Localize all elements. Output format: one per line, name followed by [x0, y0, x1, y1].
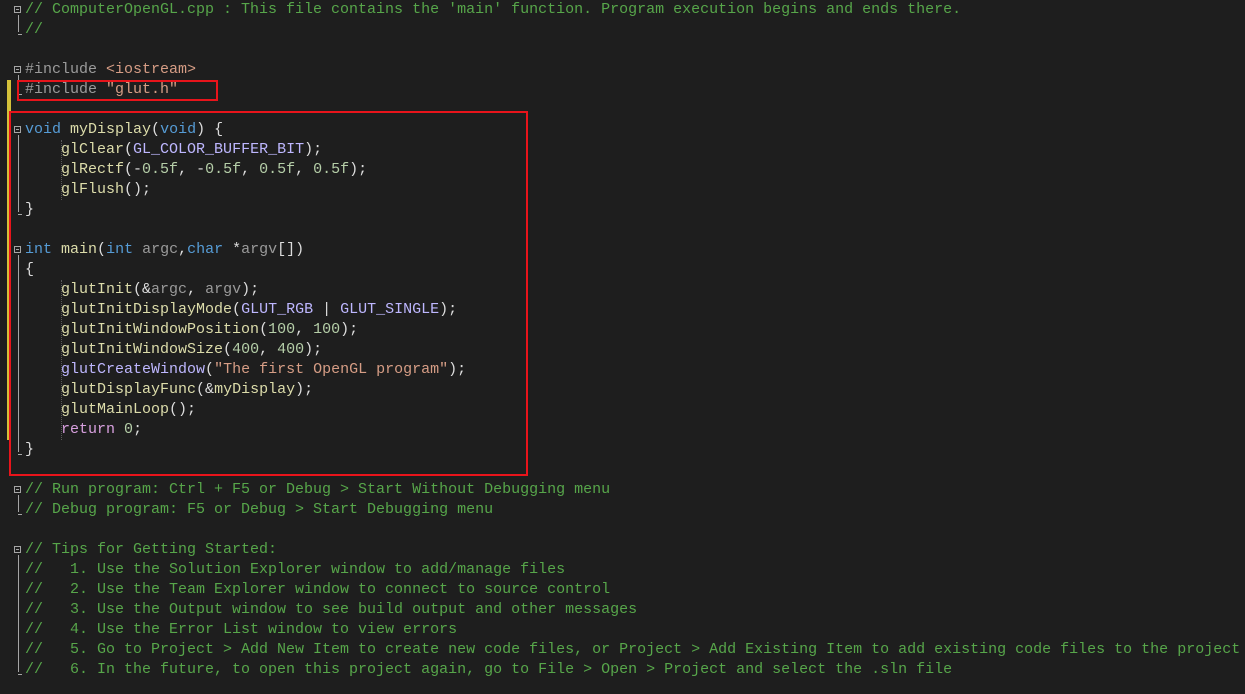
code-token: // 5. Go to Project > Add New Item to cr…	[25, 641, 1241, 658]
outline-guide	[18, 15, 19, 32]
code-line: // 3. Use the Output window to see build…	[25, 600, 637, 620]
code-line: #include <iostream>	[25, 60, 196, 80]
code-line: // 4. Use the Error List window to view …	[25, 620, 457, 640]
code-token: #include	[25, 61, 107, 78]
code-token: // 1. Use the Solution Explorer window t…	[25, 561, 566, 578]
code-token: <iostream>	[106, 61, 197, 78]
code-token: // 6. In the future, to open this projec…	[25, 661, 953, 678]
code-token: // 4. Use the Error List window to view …	[25, 621, 458, 638]
code-token: // 3. Use the Output window to see build…	[25, 601, 638, 618]
code-line: // Tips for Getting Started:	[25, 540, 277, 560]
code-line: // Run program: Ctrl + F5 or Debug > Sta…	[25, 480, 610, 500]
code-token: // 2. Use the Team Explorer window to co…	[25, 581, 611, 598]
collapse-toggle-icon[interactable]	[14, 6, 21, 13]
code-line: // ComputerOpenGL.cpp : This file contai…	[25, 0, 961, 20]
outline-guide	[18, 555, 19, 672]
highlight-box-code	[9, 111, 528, 476]
code-token: // Run program: Ctrl + F5 or Debug > Sta…	[25, 481, 611, 498]
code-token: // Debug program: F5 or Debug > Start De…	[25, 501, 494, 518]
collapse-toggle-icon[interactable]	[14, 66, 21, 73]
code-line: // Debug program: F5 or Debug > Start De…	[25, 500, 493, 520]
outline-guide-end	[18, 674, 22, 675]
code-line: // 2. Use the Team Explorer window to co…	[25, 580, 610, 600]
collapse-toggle-icon[interactable]	[14, 546, 21, 553]
code-token: // Tips for Getting Started:	[25, 541, 278, 558]
highlight-box-include	[17, 80, 218, 101]
outline-guide-end	[18, 34, 22, 35]
code-line: // 6. In the future, to open this projec…	[25, 660, 952, 680]
code-token: //	[25, 21, 44, 38]
outline-guide	[18, 495, 19, 512]
code-token: // ComputerOpenGL.cpp : This file contai…	[25, 1, 962, 18]
code-line: // 5. Go to Project > Add New Item to cr…	[25, 640, 1240, 660]
code-line: //	[25, 20, 43, 40]
code-editor[interactable]: // ComputerOpenGL.cpp : This file contai…	[0, 0, 1245, 694]
code-line: // 1. Use the Solution Explorer window t…	[25, 560, 565, 580]
outline-guide-end	[18, 514, 22, 515]
collapse-toggle-icon[interactable]	[14, 486, 21, 493]
